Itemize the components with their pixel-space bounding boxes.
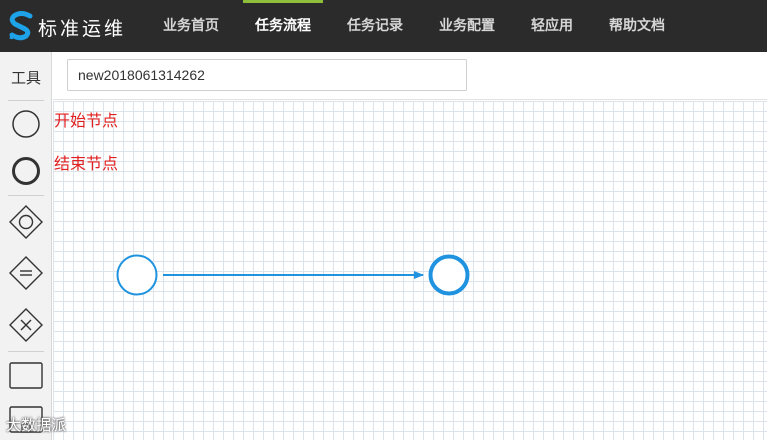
template-header	[53, 52, 767, 100]
end-node-label: 结束节点	[54, 154, 119, 173]
task-node-tool-icon[interactable]	[6, 356, 46, 396]
start-node[interactable]	[116, 254, 158, 296]
nav-item-task-flow[interactable]: 任务流程	[243, 0, 323, 52]
end-node[interactable]	[428, 254, 470, 296]
logo-icon[interactable]	[8, 10, 34, 42]
start-node-label: 开始节点	[54, 111, 119, 130]
start-node-tool-icon[interactable]	[6, 104, 46, 144]
parallel-gateway-tool-icon[interactable]	[6, 202, 46, 242]
top-navigation-bar: 标准运维 业务首页 任务流程 任务记录 业务配置 轻应用 帮助文档	[0, 0, 767, 52]
flow-canvas[interactable]	[53, 101, 767, 440]
template-name-input[interactable]	[67, 59, 467, 91]
divider	[8, 195, 44, 196]
exclusive-gateway-tool-icon[interactable]	[6, 305, 46, 345]
converge-gateway-tool-icon[interactable]	[6, 253, 46, 293]
nav-item-business-home[interactable]: 业务首页	[163, 0, 219, 52]
divider	[8, 351, 44, 352]
nav-item-light-apps[interactable]: 轻应用	[531, 0, 573, 52]
watermark-text: 大数据派	[6, 416, 67, 434]
nav-item-help-docs[interactable]: 帮助文档	[609, 0, 665, 52]
flow-diagram	[116, 254, 470, 296]
divider	[8, 100, 44, 101]
tool-sidebar: 工具	[0, 52, 52, 440]
tools-title: 工具	[10, 69, 41, 87]
nav-item-business-config[interactable]: 业务配置	[439, 0, 495, 52]
nav-item-task-records[interactable]: 任务记录	[347, 0, 403, 52]
end-node-tool-icon[interactable]	[6, 151, 46, 191]
brand-title: 标准运维	[38, 18, 127, 40]
